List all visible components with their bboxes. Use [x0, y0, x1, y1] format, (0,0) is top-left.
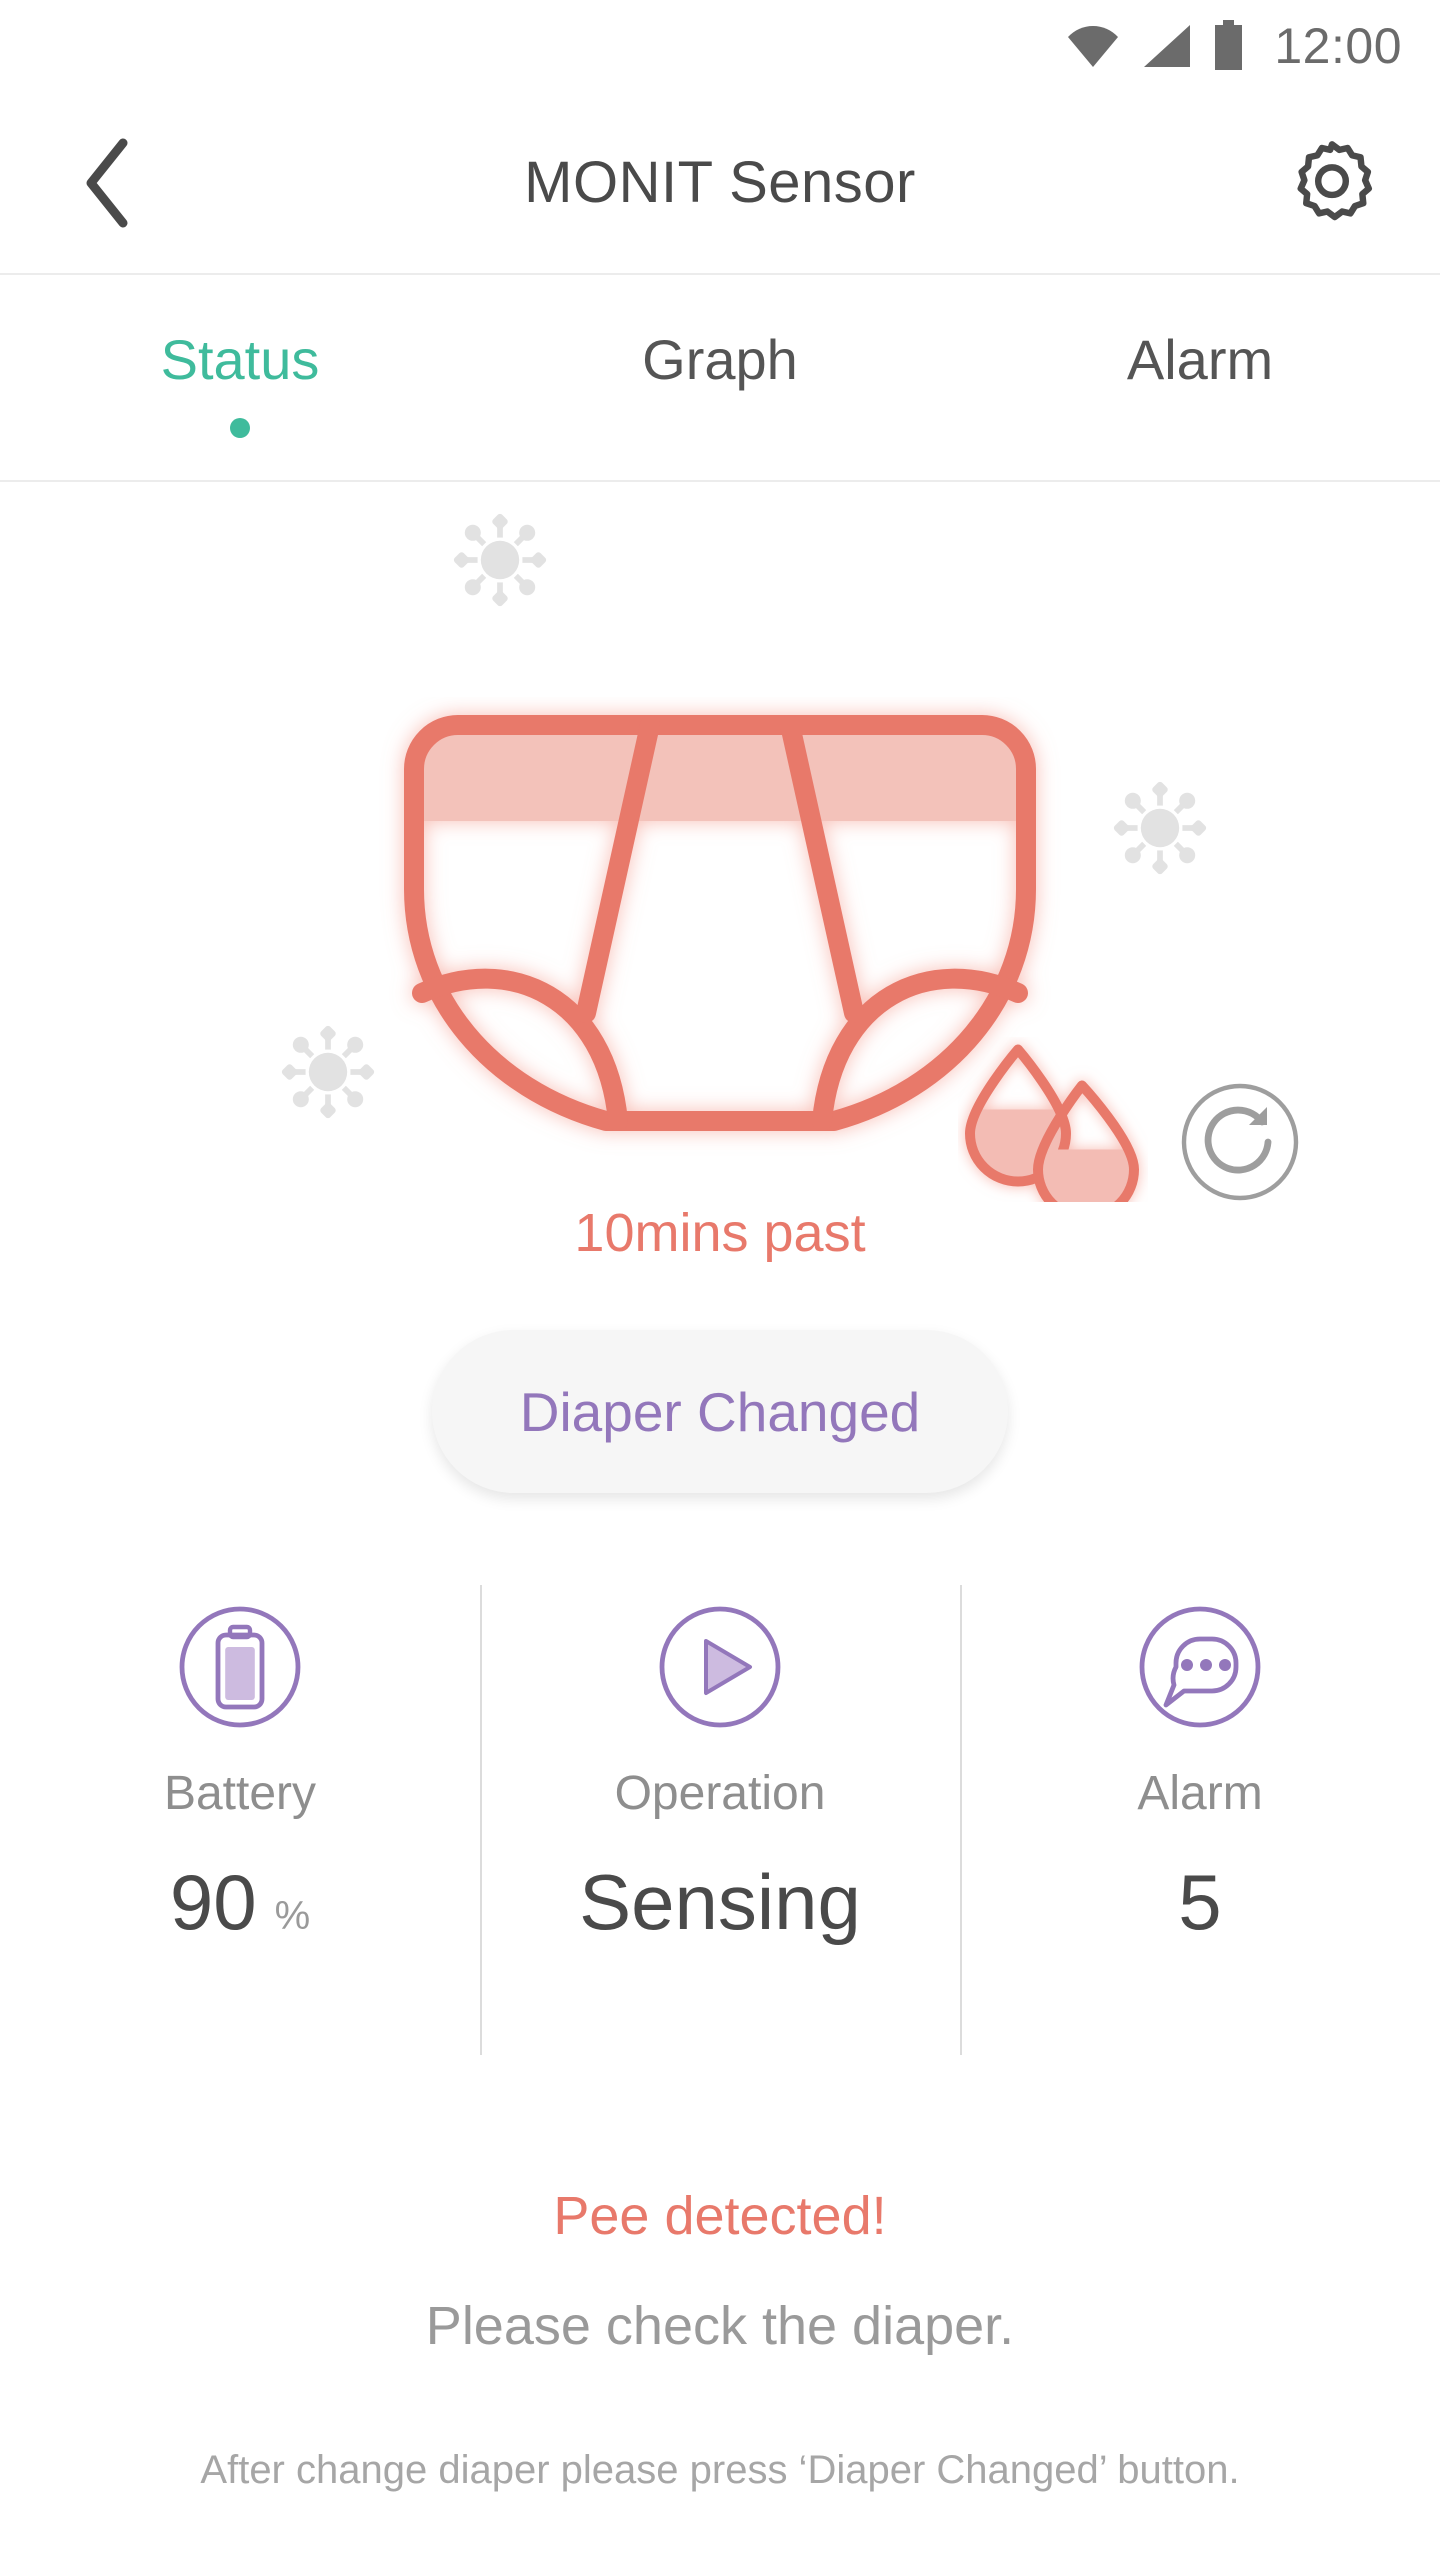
stat-alarm: Alarm 5	[960, 1585, 1440, 2055]
germ-sparkle-icon	[1112, 780, 1208, 881]
signal-icon	[1140, 23, 1192, 69]
stat-battery-value: 90	[169, 1858, 257, 1946]
instruction-message: Please check the diaper.	[425, 2296, 1015, 2356]
speech-bubble-circle-icon	[1136, 1603, 1264, 1736]
water-drops-icon	[958, 1037, 1148, 1223]
status-illustration: 10mins past	[0, 482, 1440, 1282]
tab-status-label: Status	[160, 328, 320, 391]
tab-alarm-label: Alarm	[1126, 328, 1274, 391]
elapsed-time-label: 10mins past	[574, 1203, 866, 1263]
stat-operation: Operation Sensing	[480, 1585, 960, 2055]
settings-button[interactable]	[1284, 135, 1380, 231]
stat-battery-value-group: 90 %	[170, 1857, 310, 1948]
wifi-icon	[1064, 23, 1122, 69]
app-header: MONIT Sensor	[0, 92, 1440, 275]
footnote-message: After change diaper please press ‘Diaper…	[200, 2448, 1240, 2492]
stat-operation-value: Sensing	[579, 1858, 861, 1946]
tab-status[interactable]: Status	[0, 275, 480, 480]
play-circle-icon	[656, 1603, 784, 1736]
tab-graph[interactable]: Graph	[480, 275, 960, 480]
app-screen: 12:00 MONIT Sensor Status Graph Alarm 10…	[0, 0, 1440, 2560]
stat-alarm-label: Alarm	[1137, 1767, 1263, 1820]
stat-battery-unit: %	[274, 1894, 311, 1938]
diaper-changed-button[interactable]: Diaper Changed	[432, 1330, 1008, 1493]
germ-sparkle-icon	[452, 512, 548, 613]
tab-graph-label: Graph	[642, 328, 798, 391]
battery-circle-icon	[176, 1603, 304, 1736]
status-bar: 12:00	[0, 0, 1440, 92]
diaper-changed-button-label: Diaper Changed	[519, 1380, 921, 1443]
back-chevron-icon	[86, 138, 128, 227]
page-title: MONIT Sensor	[524, 150, 916, 215]
stat-operation-label: Operation	[614, 1767, 826, 1820]
tab-alarm[interactable]: Alarm	[960, 275, 1440, 480]
gear-icon	[1297, 140, 1373, 220]
alert-message: Pee detected!	[553, 2186, 887, 2246]
stat-alarm-value: 5	[1178, 1858, 1222, 1946]
back-button[interactable]	[62, 138, 152, 228]
stat-battery: Battery 90 %	[0, 1585, 480, 2055]
battery-icon	[1210, 20, 1246, 72]
stat-alarm-value-group: 5	[1178, 1857, 1221, 1948]
germ-sparkle-icon	[280, 1024, 376, 1125]
tab-bar: Status Graph Alarm	[0, 275, 1440, 482]
refresh-icon	[1181, 1083, 1299, 1201]
stat-operation-value-group: Sensing	[579, 1857, 861, 1948]
status-bar-clock: 12:00	[1274, 18, 1402, 74]
stats-row: Battery 90 % Operation Sensing Alarm 5	[0, 1585, 1440, 2055]
tab-active-indicator-dot	[230, 418, 250, 438]
stat-battery-label: Battery	[163, 1767, 317, 1820]
refresh-button[interactable]	[1178, 1080, 1302, 1204]
